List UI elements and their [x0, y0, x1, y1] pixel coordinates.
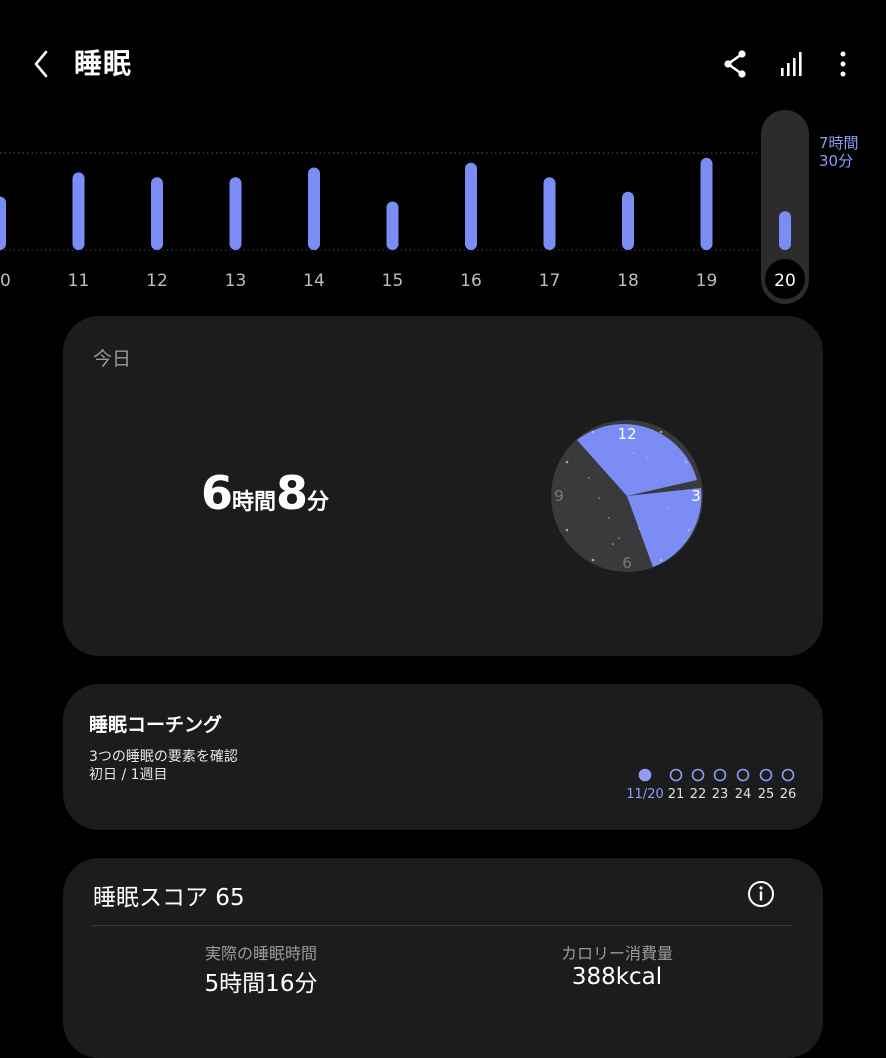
sleep-clock: 12 3 6 9 — [551, 420, 703, 572]
day-label-2: 22 — [690, 787, 707, 802]
day-dot-1 — [669, 768, 683, 782]
coaching-week: 初日 / 1週目 — [89, 767, 168, 783]
today-label: 今日 — [93, 348, 132, 370]
bar-16[interactable] — [465, 162, 477, 250]
tick-label-11[interactable]: 11 — [68, 271, 90, 291]
sleep-score-title: 睡眠スコア 65 — [93, 885, 245, 911]
day-dot-0 — [638, 768, 652, 782]
clock-label-3: 3 — [691, 487, 701, 505]
clock-label-6: 6 — [622, 554, 632, 572]
day-dot-3 — [713, 768, 727, 782]
tick-label-20[interactable]: 20 — [774, 271, 796, 291]
share-icon[interactable] — [717, 44, 753, 84]
actual-sleep-label: 実際の睡眠時間 — [204, 944, 317, 963]
actual-sleep-value: 5時間16分 — [204, 971, 318, 997]
day-label-6: 26 — [780, 787, 797, 802]
tick-label-19[interactable]: 19 — [696, 271, 718, 291]
calorie-value: 388kcal — [571, 964, 663, 990]
bar-12[interactable] — [151, 177, 163, 250]
sleep-duration: 6時間8分 — [201, 466, 330, 520]
day-label-0: 11/20 — [626, 787, 663, 802]
clock-label-12: 12 — [617, 425, 636, 443]
day-dot-6 — [781, 768, 795, 782]
bar-15[interactable] — [386, 201, 399, 251]
calorie-label: カロリー消費量 — [560, 944, 673, 963]
day-label-5: 25 — [758, 787, 775, 802]
tick-label-14[interactable]: 14 — [303, 271, 325, 291]
tick-label-18[interactable]: 18 — [617, 271, 639, 291]
more-icon[interactable] — [825, 44, 861, 84]
day-dot-5 — [759, 768, 773, 782]
day-label-3: 23 — [712, 787, 729, 802]
bar-18[interactable] — [622, 191, 634, 250]
sleep-bar-chart[interactable]: 10 11 12 13 14 15 16 17 18 19 20 — [0, 110, 886, 310]
divider — [93, 925, 793, 926]
day-label-1: 21 — [668, 787, 685, 802]
today-card[interactable]: 今日 6時間8分 12 3 6 9 — [63, 316, 823, 656]
tick-label-10[interactable]: 10 — [0, 271, 11, 291]
tick-label-13[interactable]: 13 — [225, 271, 247, 291]
coaching-subtitle: 3つの睡眠の要素を確認 — [89, 749, 238, 765]
tick-label-12[interactable]: 12 — [146, 271, 168, 291]
day-dot-4 — [736, 768, 750, 782]
chart-icon[interactable] — [774, 44, 810, 84]
bar-11[interactable] — [72, 172, 85, 250]
coaching-card[interactable]: 睡眠コーチング 3つの睡眠の要素を確認 初日 / 1週目 11/20 21 22 23… — [63, 684, 823, 830]
day-dot-2 — [691, 768, 705, 782]
coaching-day-dots: 11/20 21 22 23 24 25 26 — [626, 768, 797, 802]
tick-label-16[interactable]: 16 — [460, 271, 482, 291]
bar-13[interactable] — [229, 177, 242, 250]
page-title: 睡眠 — [74, 47, 133, 80]
tick-label-15[interactable]: 15 — [382, 271, 404, 291]
bar-17[interactable] — [543, 177, 556, 250]
bar-19[interactable] — [700, 157, 713, 250]
info-icon[interactable] — [745, 878, 777, 910]
bar-14[interactable] — [308, 167, 320, 250]
coaching-title: 睡眠コーチング — [89, 714, 223, 736]
tick-label-17[interactable]: 17 — [539, 271, 561, 291]
reference-label: 7時間 30分 — [819, 134, 859, 170]
day-label-4: 24 — [735, 787, 752, 802]
clock-label-9: 9 — [554, 487, 564, 505]
bar-20[interactable] — [779, 211, 791, 250]
sleep-score-card[interactable]: 睡眠スコア 65 実際の睡眠時間 5時間16分 カロリー消費量 388kcal — [63, 858, 823, 1058]
back-icon[interactable] — [24, 44, 60, 84]
bar-10[interactable] — [0, 196, 6, 250]
